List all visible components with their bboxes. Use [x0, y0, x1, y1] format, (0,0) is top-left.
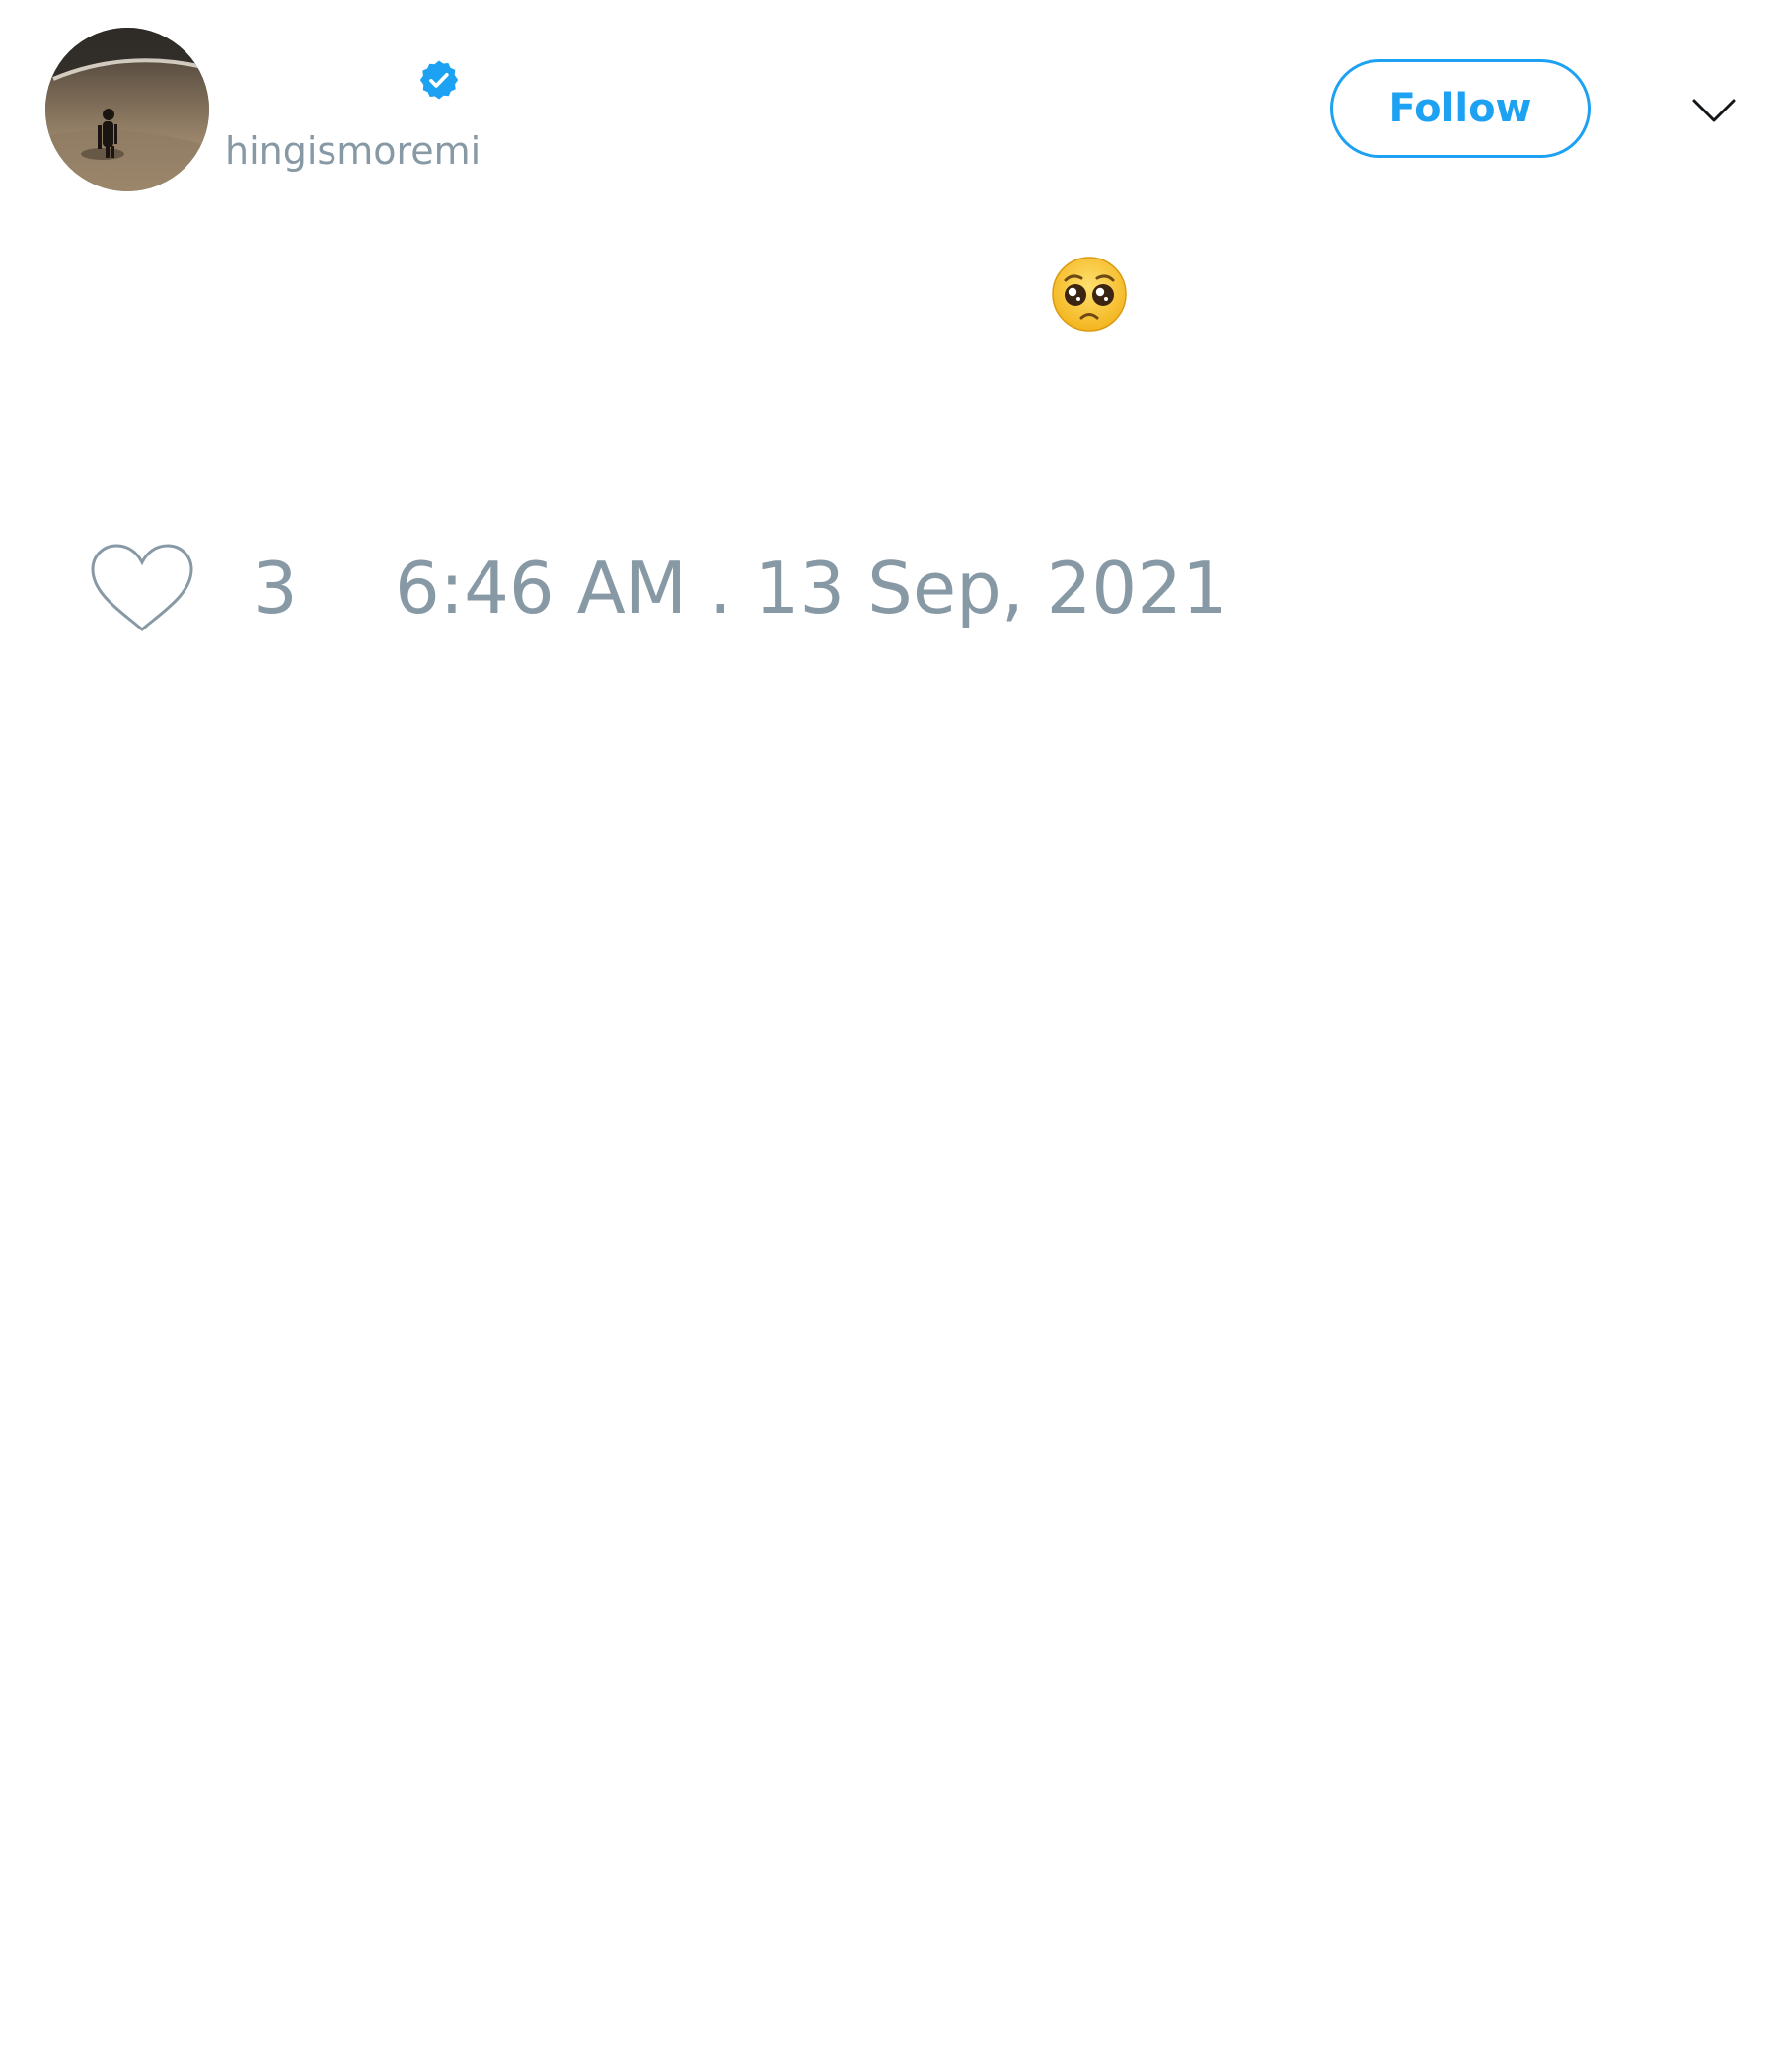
pleading-face-emoji-icon	[1052, 257, 1127, 332]
like-count: 3	[253, 547, 298, 629]
avatar-image	[45, 28, 209, 191]
heart-icon[interactable]	[89, 543, 195, 633]
tweet-text	[89, 247, 1687, 335]
user-avatar[interactable]	[45, 28, 209, 191]
tweet-timestamp[interactable]: 6:46 AM . 13 Sep, 2021	[395, 549, 1227, 628]
follow-button[interactable]: Follow	[1330, 59, 1591, 158]
user-handle[interactable]: hingismoremi	[225, 128, 481, 174]
verified-badge-icon	[419, 60, 459, 100]
chevron-down-icon[interactable]	[1691, 87, 1737, 132]
